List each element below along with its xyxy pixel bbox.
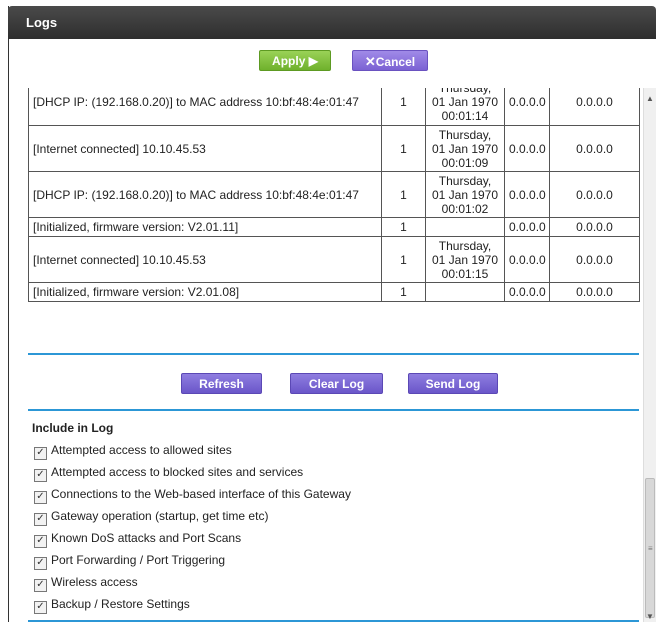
log-row: [Internet connected] 10.10.45.53 1 Thursda… [28, 125, 640, 172]
log-message: [Initialized, firmware version: V2.01.11… [28, 217, 382, 237]
include-option-label: Attempted access to allowed sites [51, 443, 232, 457]
log-time-line: Thursday, [438, 88, 492, 95]
clear-log-button[interactable]: Clear Log [290, 373, 383, 394]
log-time: Thursday, 01 Jan 1970 00:01:02 [425, 171, 505, 218]
include-option-label: Port Forwarding / Port Triggering [51, 553, 226, 567]
log-destination: 0.0.0.0 [549, 217, 640, 237]
divider-bottom [28, 409, 639, 411]
log-source: 0.0.0.0 [504, 282, 550, 302]
include-option[interactable]: ✓ Attempted access to allowed sites [34, 443, 232, 461]
title-bar: Logs [8, 6, 656, 39]
include-option[interactable]: ✓ Port Forwarding / Port Triggering [34, 553, 225, 571]
include-option[interactable]: ✓ Backup / Restore Settings [34, 597, 190, 615]
log-time-line: 00:01:02 [441, 201, 489, 216]
include-option-label: Gateway operation (startup, get time etc… [51, 509, 269, 523]
send-log-button[interactable]: Send Log [408, 373, 498, 394]
log-row: [Initialized, firmware version: V2.01.08… [28, 282, 640, 302]
grip-icon: ≡ [648, 544, 653, 553]
scroll-down-icon[interactable]: ▼ [646, 612, 654, 621]
log-count: 1 [381, 217, 426, 237]
log-table: [DHCP IP: (192.168.0.20)] to MAC address… [28, 88, 640, 302]
cancel-label: Cancel [375, 55, 416, 69]
log-source: 0.0.0.0 [504, 171, 550, 218]
log-time-line: 01 Jan 1970 [431, 252, 499, 267]
scroll-thumb[interactable]: ≡ [645, 478, 655, 618]
log-source: 0.0.0.0 [504, 125, 550, 172]
log-message: [Initialized, firmware version: V2.01.08… [28, 282, 382, 302]
log-time: Thursday, 01 Jan 1970 00:01:15 [425, 236, 505, 283]
include-option-label: Attempted access to blocked sites and se… [51, 465, 304, 479]
log-row: [DHCP IP: (192.168.0.20)] to MAC address… [28, 171, 640, 218]
include-option[interactable]: ✓ Gateway operation (startup, get time et… [34, 509, 268, 527]
log-time-line: 00:01:14 [441, 109, 489, 123]
log-time: Thursday, 01 Jan 1970 00:01:14 [425, 88, 505, 126]
checkbox[interactable]: ✓ [34, 535, 47, 548]
scroll-up-icon[interactable]: ▲ [646, 94, 654, 103]
log-time-line: Thursday, [438, 127, 492, 142]
log-count: 1 [381, 125, 426, 172]
log-message: [DHCP IP: (192.168.0.20)] to MAC address… [28, 171, 382, 218]
cancel-button[interactable]: ✕Cancel [352, 50, 428, 71]
log-message: [DHCP IP: (192.168.0.20)] to MAC address… [28, 88, 382, 126]
page-title: Logs [26, 15, 58, 30]
include-option-label: Known DoS attacks and Port Scans [51, 531, 242, 545]
log-destination: 0.0.0.0 [549, 236, 640, 283]
log-time-line: 00:01:15 [441, 266, 489, 281]
include-option[interactable]: ✓ Connections to the Web-based interface … [34, 487, 351, 505]
include-option-label: Connections to the Web-based interface o… [51, 487, 351, 501]
log-destination: 0.0.0.0 [549, 125, 640, 172]
include-option[interactable]: ✓ Attempted access to blocked sites and s… [34, 465, 303, 483]
divider-footer [28, 620, 639, 622]
include-option-label: Wireless access [51, 575, 138, 589]
divider-top [28, 353, 639, 355]
log-source: 0.0.0.0 [504, 88, 550, 126]
checkbox[interactable]: ✓ [34, 469, 47, 482]
log-row: [DHCP IP: (192.168.0.20)] to MAC address… [28, 88, 640, 126]
log-destination: 0.0.0.0 [549, 282, 640, 302]
log-time [425, 217, 505, 237]
log-count: 1 [381, 282, 426, 302]
log-count: 1 [381, 171, 426, 218]
log-time [425, 282, 505, 302]
checkbox[interactable]: ✓ [34, 513, 47, 526]
checkbox[interactable]: ✓ [34, 579, 47, 592]
checkbox[interactable]: ✓ [34, 601, 47, 614]
log-time-line: 00:01:09 [441, 155, 489, 170]
log-destination: 0.0.0.0 [549, 171, 640, 218]
x-icon: ✕ [364, 54, 376, 69]
checkbox[interactable]: ✓ [34, 557, 47, 570]
log-row: [Initialized, firmware version: V2.01.11… [28, 217, 640, 237]
checkbox[interactable]: ✓ [34, 491, 47, 504]
log-count: 1 [381, 88, 426, 126]
log-time-line: Thursday, [438, 238, 492, 253]
log-destination: 0.0.0.0 [549, 88, 640, 126]
log-time-line: 01 Jan 1970 [431, 141, 499, 156]
log-time-line: 01 Jan 1970 [431, 187, 499, 202]
include-in-log-heading: Include in Log [32, 421, 114, 435]
vertical-scrollbar[interactable]: ▲ ≡ ▼ [643, 88, 656, 622]
log-count: 1 [381, 236, 426, 283]
include-option[interactable]: ✓ Wireless access [34, 575, 138, 593]
log-row: [Internet connected] 10.10.45.53 1 Thursda… [28, 236, 640, 283]
checkbox[interactable]: ✓ [34, 447, 47, 460]
log-source: 0.0.0.0 [504, 236, 550, 283]
include-option-label: Backup / Restore Settings [51, 597, 190, 611]
log-time-line: Thursday, [438, 173, 492, 188]
log-source: 0.0.0.0 [504, 217, 550, 237]
apply-button[interactable]: Apply ▶ [259, 50, 331, 71]
log-time: Thursday, 01 Jan 1970 00:01:09 [425, 125, 505, 172]
log-message: [Internet connected] 10.10.45.53 [28, 236, 382, 283]
log-message: [Internet connected] 10.10.45.53 [28, 125, 382, 172]
include-option[interactable]: ✓ Known DoS attacks and Port Scans [34, 531, 241, 549]
refresh-button[interactable]: Refresh [181, 373, 262, 394]
log-time-line: 01 Jan 1970 [431, 95, 499, 109]
